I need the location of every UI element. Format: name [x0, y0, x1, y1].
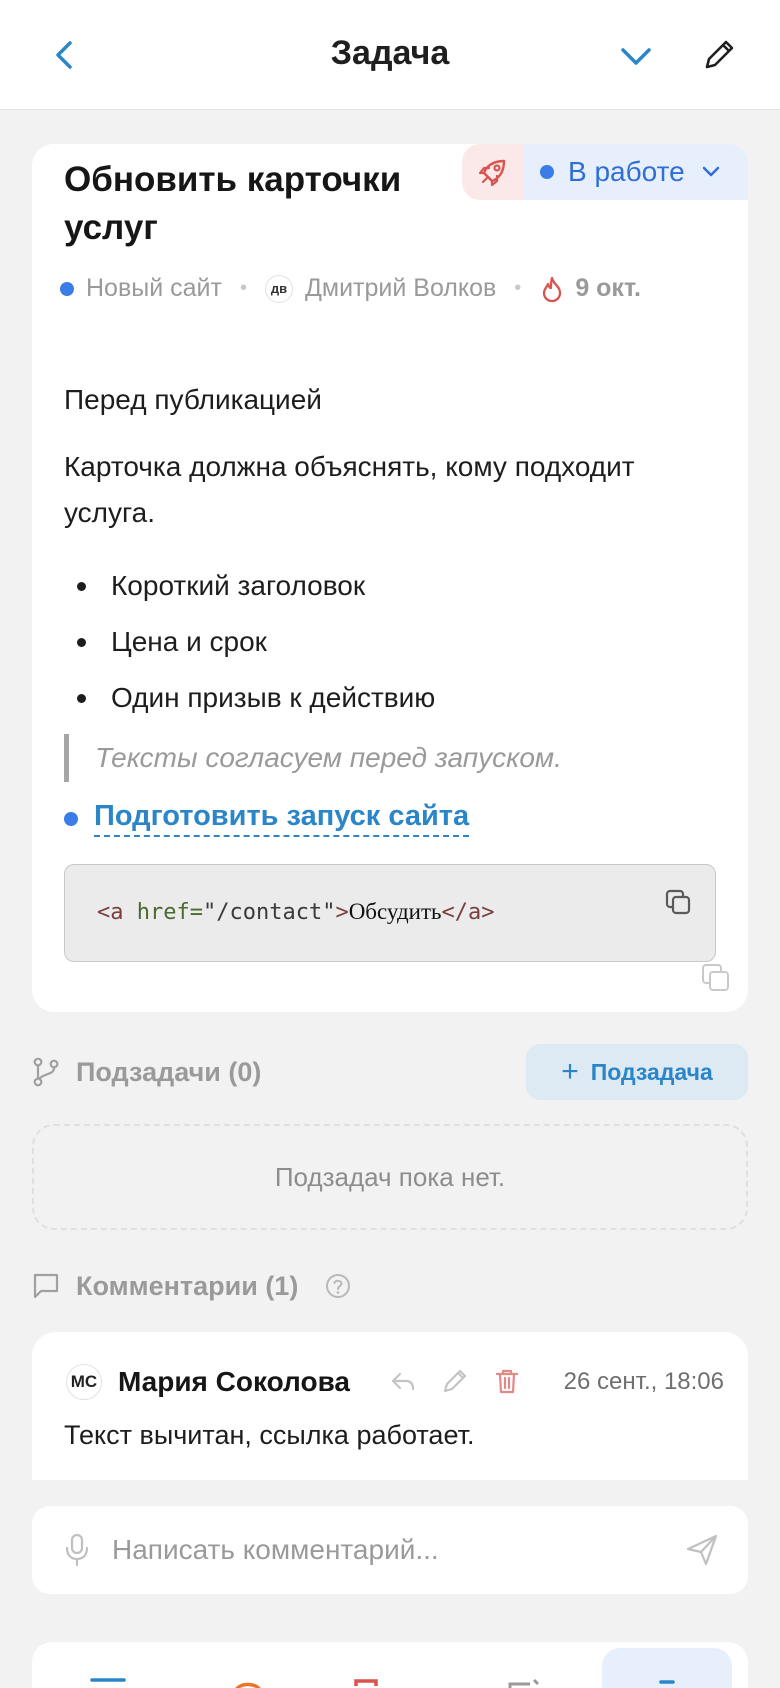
branch-icon: [33, 1057, 59, 1087]
bullet: [77, 637, 86, 647]
project-name[interactable]: Новый сайт: [86, 274, 222, 303]
comments-title: Комментарии (1): [76, 1270, 299, 1301]
code-line: <a href="/contact">Обсудить</a>: [97, 899, 495, 925]
task-meta: Новый сайт • дв Дмитрий Волков • 9 окт.: [60, 274, 641, 303]
list-tab-icon[interactable]: [88, 1676, 128, 1688]
comments-header: Комментарии (1): [32, 1258, 352, 1314]
chevron-down-icon: [702, 166, 719, 177]
comment-time: 26 сент., 18:06: [563, 1368, 724, 1395]
bullet: [77, 693, 86, 703]
comment-input[interactable]: [112, 1528, 672, 1572]
history-tab-icon[interactable]: [228, 1676, 268, 1688]
edit-comment-icon[interactable]: [440, 1366, 470, 1396]
status-group: В работе: [462, 144, 748, 200]
rocket-icon: [478, 159, 506, 187]
comment-item: МС Мария Соколова 26 сент., 18:06 Текст …: [32, 1332, 748, 1480]
send-icon[interactable]: [684, 1532, 720, 1568]
edit-tab-icon[interactable]: [504, 1676, 544, 1688]
pencil-icon[interactable]: [700, 36, 738, 74]
description-quote: Тексты согласуем перед запуском.: [64, 734, 562, 782]
linked-task-link[interactable]: Подготовить запуск сайта: [94, 800, 470, 837]
status-dot: [540, 165, 554, 179]
linked-task-dot: [64, 811, 78, 826]
list-item: Один призыв к действию: [64, 670, 435, 726]
task-title: Обновить карточки услуг: [64, 160, 402, 247]
due-date[interactable]: 9 окт.: [575, 274, 641, 303]
subtasks-title: Подзадачи (0): [76, 1056, 262, 1087]
copy-icon[interactable]: [700, 962, 732, 994]
reply-icon[interactable]: [388, 1366, 418, 1396]
add-subtask-button[interactable]: + Подзадача: [526, 1044, 748, 1100]
assignee-avatar: дв: [264, 274, 293, 303]
description-list: Короткий заголовок Цена и срок Один приз…: [64, 558, 435, 726]
timer-tab-icon[interactable]: [647, 1676, 687, 1688]
comment-icon: [33, 1273, 59, 1299]
subtasks-header: Подзадачи (0): [32, 1044, 261, 1100]
help-icon[interactable]: [324, 1272, 352, 1300]
comment-author: Мария Соколова: [118, 1366, 350, 1397]
chevron-down-icon[interactable]: [618, 38, 654, 74]
add-subtask-label: Подзадача: [590, 1058, 713, 1085]
meta-separator: •: [239, 277, 247, 299]
description-heading: Перед публикацией: [64, 384, 322, 415]
code-block: <a href="/contact">Обсудить</a>: [64, 864, 716, 962]
list-item: Цена и срок: [64, 614, 435, 670]
subtasks-empty: Подзадач пока нет.: [32, 1124, 748, 1230]
comment-avatar: МС: [66, 1364, 102, 1400]
status-dropdown[interactable]: В работе: [524, 144, 748, 200]
comment-composer: [32, 1506, 748, 1594]
plus-icon: +: [561, 1055, 579, 1088]
bottom-tab-bar: [32, 1642, 748, 1688]
copy-code-icon[interactable]: [663, 887, 693, 917]
linked-task[interactable]: Подготовить запуск сайта: [64, 800, 470, 837]
task-card: Обновить карточки услуг В работе Новый с…: [32, 144, 748, 1012]
description-paragraph: Карточка должна объяснять, кому подходит…: [64, 451, 635, 528]
project-dot: [60, 281, 74, 296]
top-bar: Задача: [0, 0, 780, 110]
bullet: [77, 581, 86, 591]
meta-separator: •: [514, 277, 522, 299]
page-title: Задача: [330, 34, 450, 72]
trash-icon[interactable]: [492, 1366, 522, 1396]
flame-icon: [543, 276, 562, 302]
list-item: Короткий заголовок: [64, 558, 435, 614]
priority-button[interactable]: [462, 144, 524, 200]
microphone-icon[interactable]: [60, 1532, 94, 1568]
briefcase-tab-icon[interactable]: [346, 1676, 386, 1688]
comment-text: Текст вычитан, ссылка работает.: [64, 1420, 475, 1450]
status-label: В работе: [568, 156, 685, 187]
assignee-name[interactable]: Дмитрий Волков: [305, 274, 496, 303]
